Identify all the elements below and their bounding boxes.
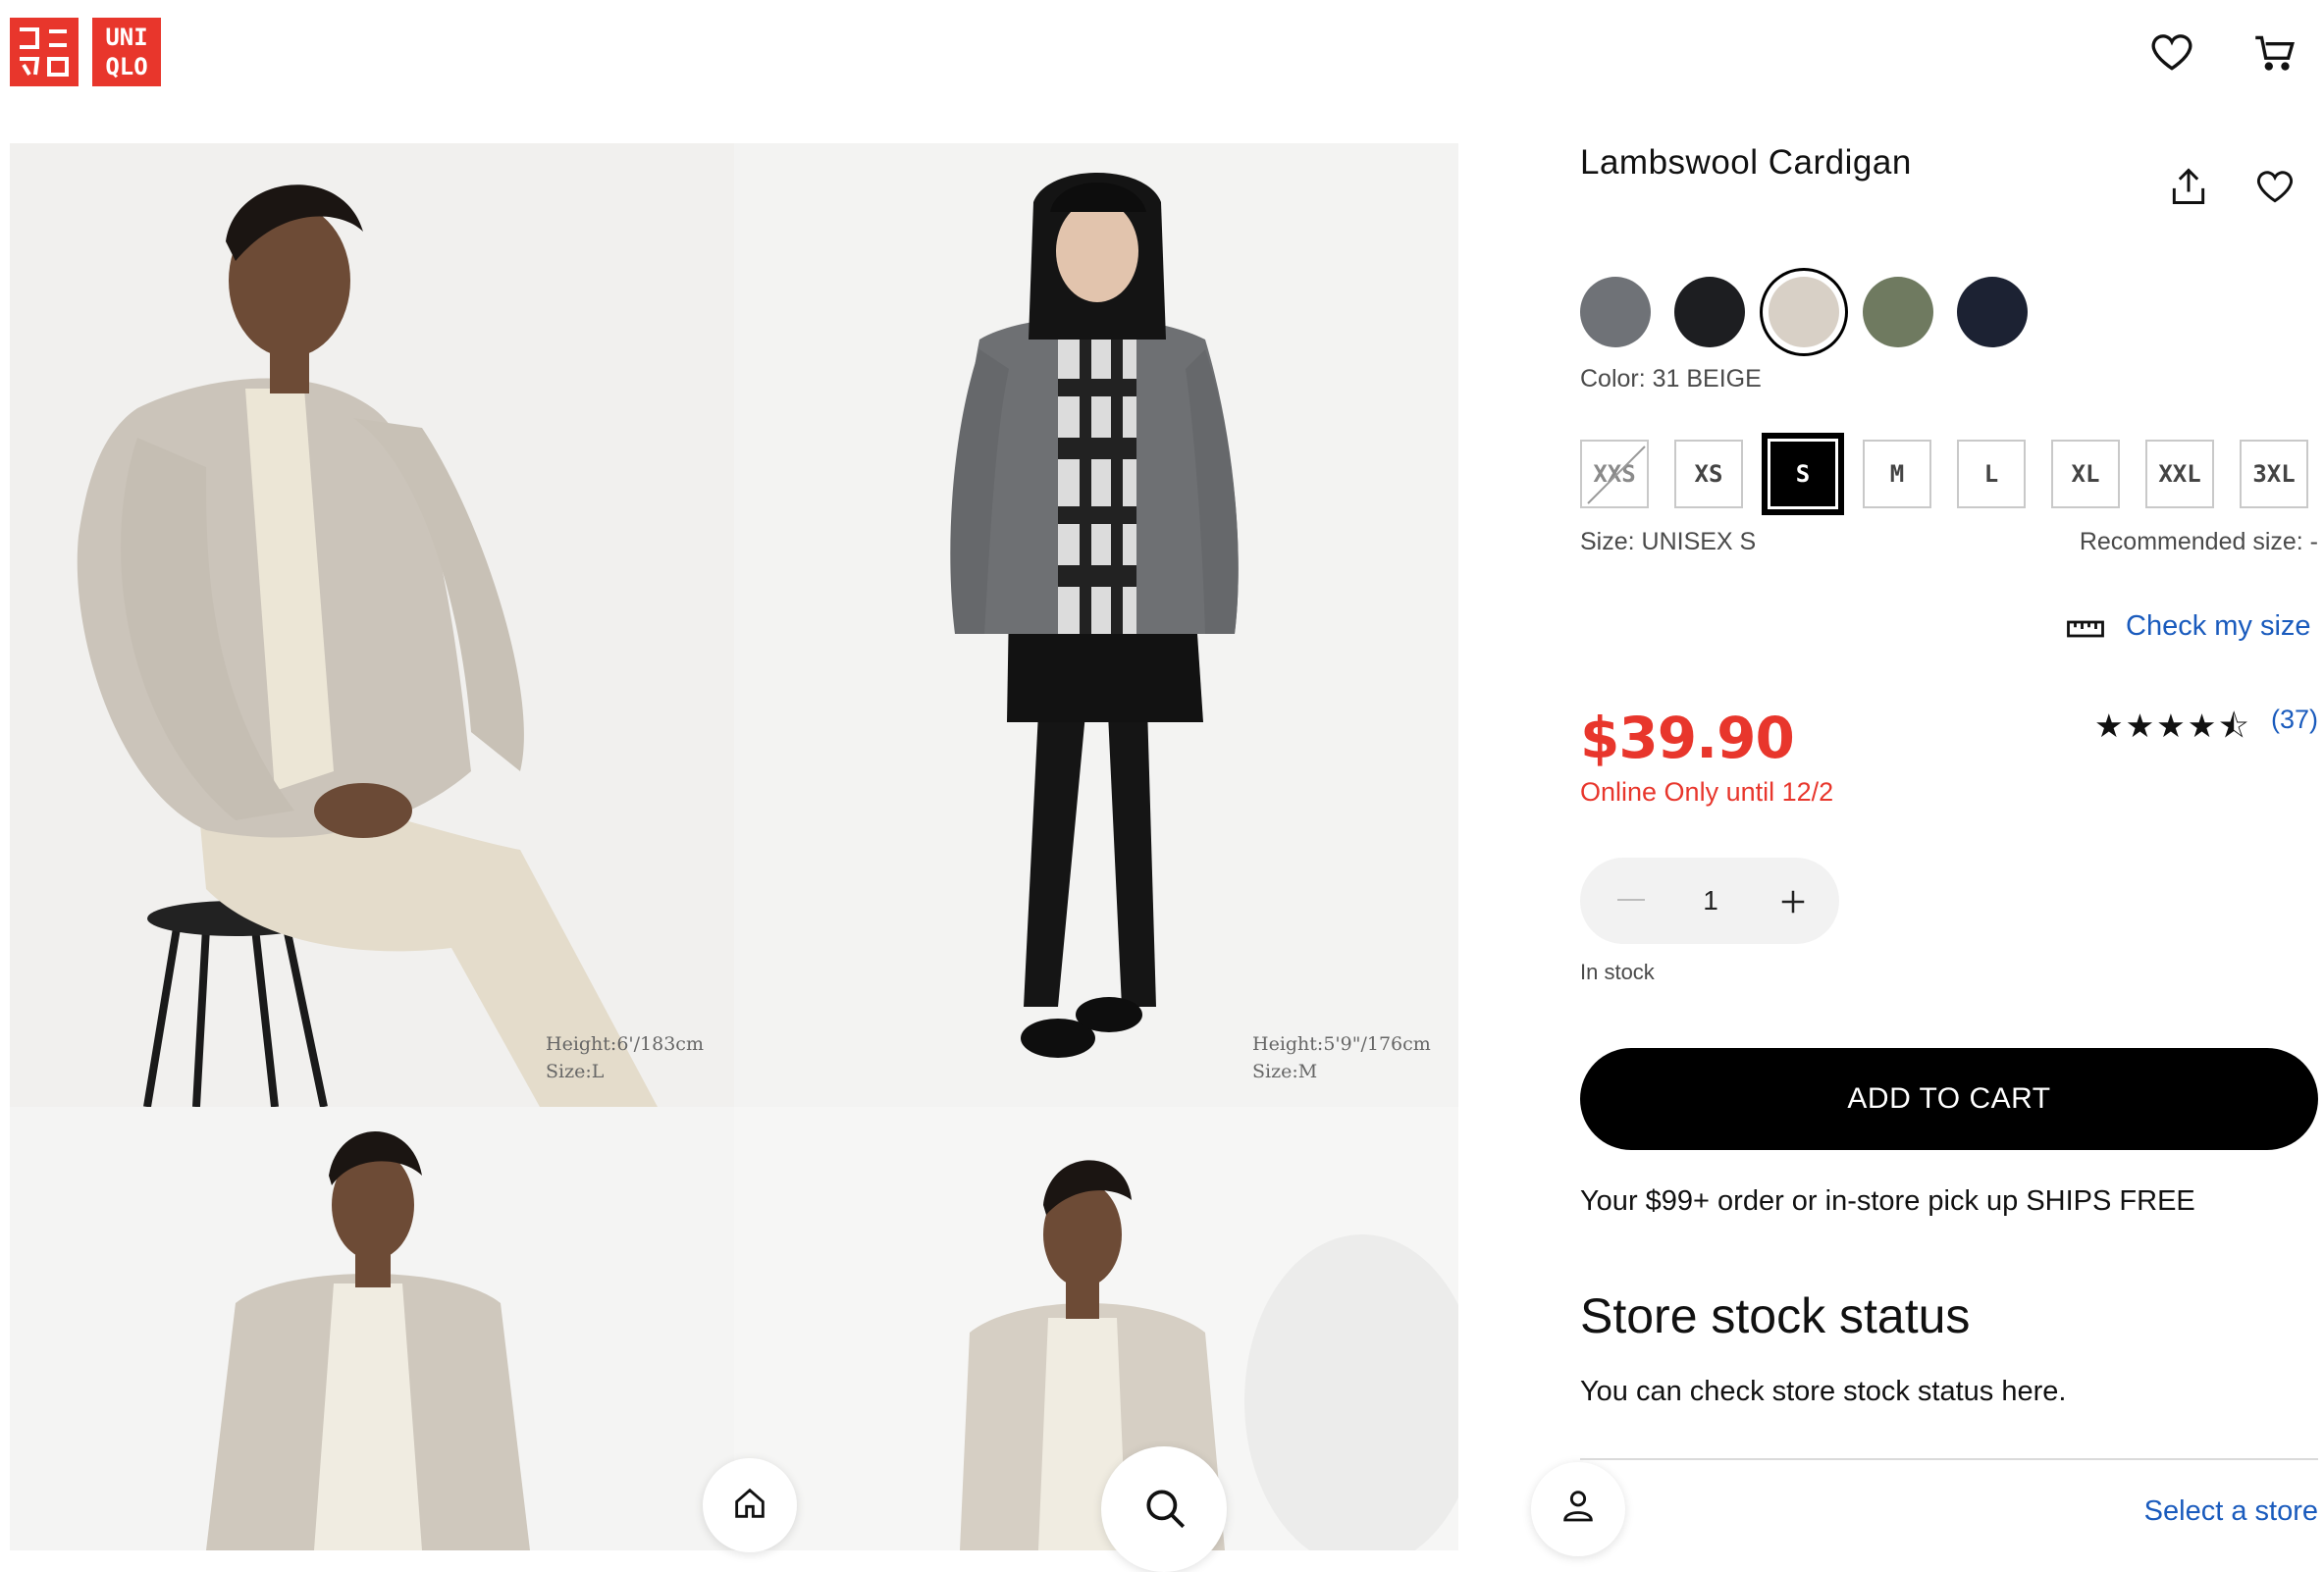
product-photo-3[interactable] bbox=[10, 1107, 734, 1550]
model-size-caption: Size:L bbox=[546, 1061, 605, 1082]
stock-status: In stock bbox=[1580, 960, 1655, 984]
logo-katakana-graphic bbox=[10, 18, 79, 86]
color-swatch-beige[interactable] bbox=[1769, 277, 1839, 347]
model-front-illustration bbox=[10, 1107, 734, 1550]
model-side-illustration bbox=[734, 1107, 1458, 1550]
model-height-caption: Height:5'9"/176cm bbox=[1252, 1033, 1431, 1055]
select-store-link[interactable]: Select a store bbox=[2079, 1495, 2318, 1528]
home-icon bbox=[735, 1488, 765, 1518]
recommended-size-label: Recommended size: - bbox=[2079, 528, 2318, 555]
color-swatch-black[interactable] bbox=[1674, 277, 1745, 347]
account-button[interactable] bbox=[1531, 1462, 1625, 1556]
share-icon[interactable] bbox=[2167, 165, 2210, 208]
quantity-value[interactable]: 1 bbox=[1696, 885, 1725, 917]
color-swatch-olive[interactable] bbox=[1863, 277, 1933, 347]
add-to-cart-button[interactable]: ADD TO CART bbox=[1580, 1048, 2318, 1150]
search-icon bbox=[1146, 1490, 1186, 1529]
account-icon bbox=[1563, 1491, 1593, 1522]
logo-text-bottom: QLO bbox=[105, 53, 148, 80]
model-size-caption: Size:M bbox=[1252, 1061, 1318, 1082]
favorite-heart-icon[interactable] bbox=[2253, 165, 2297, 208]
selected-size-label: Size: UNISEX S bbox=[1580, 528, 1757, 555]
color-swatch-gray[interactable] bbox=[1580, 277, 1651, 347]
size-option-xs[interactable]: XS bbox=[1674, 440, 1743, 508]
divider bbox=[1580, 1458, 2318, 1460]
shipping-note: Your $99+ order or in-store pick up SHIP… bbox=[1580, 1185, 2195, 1217]
product-photo-2[interactable]: Height:5'9"/176cm Size:M bbox=[734, 143, 1458, 1107]
store-stock-heading: Store stock status bbox=[1580, 1288, 1971, 1343]
logo-text-top: UNI bbox=[105, 24, 148, 51]
size-option-xl[interactable]: XL bbox=[2051, 440, 2120, 508]
review-count-link[interactable]: (37) bbox=[2271, 705, 2318, 735]
model-height-caption: Height:6'/183cm bbox=[546, 1033, 704, 1055]
product-photo-4[interactable] bbox=[734, 1107, 1458, 1550]
size-option-m[interactable]: M bbox=[1863, 440, 1931, 508]
quantity-stepper: 1 bbox=[1580, 858, 1839, 944]
size-option-3xl[interactable]: 3XL bbox=[2240, 440, 2308, 508]
check-my-size-link[interactable]: Check my size bbox=[2126, 610, 2311, 643]
uniqlo-logo-katakana[interactable] bbox=[10, 18, 79, 86]
uniqlo-logo[interactable]: UNI QLO bbox=[92, 18, 161, 86]
size-option-xxl[interactable]: XXL bbox=[2145, 440, 2214, 508]
rating-stars[interactable]: ★★★★⯪ bbox=[2094, 703, 2251, 758]
cart-icon[interactable] bbox=[2249, 27, 2298, 77]
product-title: Lambswool Cardigan bbox=[1580, 143, 1912, 182]
product-photo-1[interactable]: Height:6'/183cm Size:L bbox=[10, 143, 734, 1107]
size-option-l[interactable]: L bbox=[1957, 440, 2026, 508]
model-seated-illustration bbox=[10, 143, 734, 1107]
search-button[interactable] bbox=[1101, 1446, 1227, 1572]
selected-color-label: Color: 31 BEIGE bbox=[1580, 365, 1762, 393]
size-option-s[interactable]: S bbox=[1762, 433, 1844, 515]
promo-text: Online Only until 12/2 bbox=[1580, 777, 1834, 807]
size-option-xxs[interactable]: XXS bbox=[1580, 440, 1649, 508]
increase-quantity-button[interactable] bbox=[1778, 887, 1808, 917]
wishlist-heart-icon[interactable] bbox=[2147, 27, 2196, 77]
color-swatch-navy[interactable] bbox=[1957, 277, 2028, 347]
decrease-quantity-button[interactable] bbox=[1617, 899, 1645, 901]
model-standing-illustration bbox=[734, 143, 1458, 1107]
price: $39.90 bbox=[1580, 705, 1795, 771]
ruler-icon bbox=[2065, 608, 2106, 650]
store-stock-text: You can check store stock status here. bbox=[1580, 1376, 2067, 1407]
home-button[interactable] bbox=[703, 1458, 797, 1552]
